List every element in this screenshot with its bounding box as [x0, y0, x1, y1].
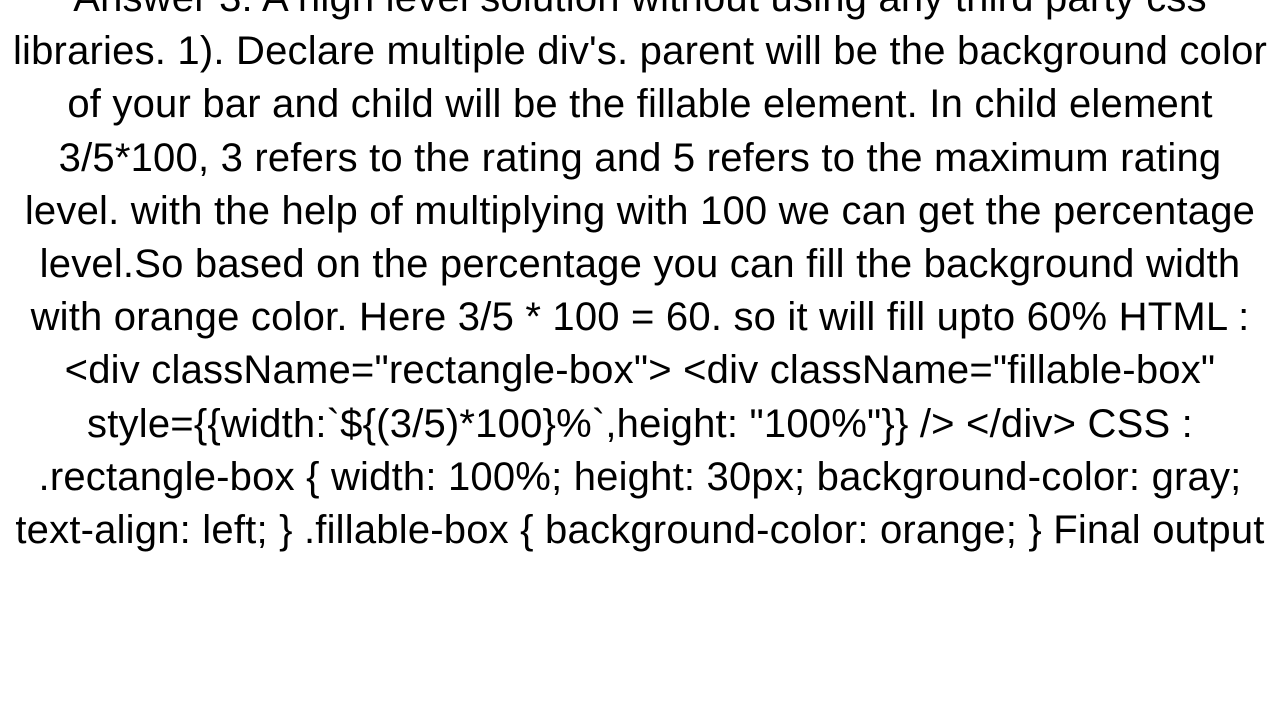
answer-body-text: Answer 3: A high level solution without … [0, 0, 1280, 557]
document-page: Answer 3: A high level solution without … [0, 0, 1280, 720]
